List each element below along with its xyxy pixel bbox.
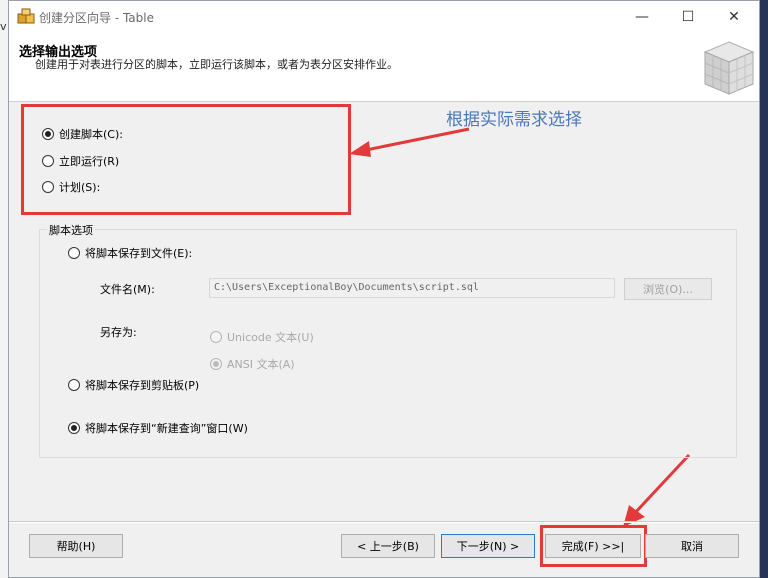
background-window-strip: v	[0, 0, 8, 578]
maximize-icon: ☐	[681, 8, 695, 25]
option-save-to-file-label: 将脚本保存到文件(E):	[85, 247, 193, 260]
minimize-icon: —	[635, 8, 649, 25]
minimize-button[interactable]: —	[619, 1, 665, 32]
footer-divider-highlight	[9, 522, 759, 523]
option-unicode-text-label: Unicode 文本(U)	[227, 331, 314, 344]
file-name-label: 文件名(M):	[100, 283, 155, 296]
app-icon	[17, 8, 35, 24]
radio-save-to-clipboard[interactable]	[68, 379, 80, 391]
partition-cube-icon	[703, 41, 755, 95]
option-save-to-query-label: 将脚本保存到“新建查询”窗口(W)	[85, 422, 248, 435]
option-save-to-file[interactable]: 将脚本保存到文件(E):	[68, 245, 192, 261]
option-save-to-clipboard[interactable]: 将脚本保存到剪贴板(P)	[68, 377, 199, 393]
radio-unicode-text[interactable]	[210, 331, 222, 343]
annotation-highlight-options	[21, 104, 351, 215]
previous-button[interactable]: < 上一步(B)	[341, 534, 435, 558]
file-path-input[interactable]: C:\Users\ExceptionalBoy\Documents\script…	[209, 278, 615, 298]
finish-button[interactable]: 完成(F) >>|	[545, 534, 641, 558]
browse-button[interactable]: 浏览(O)...	[624, 278, 712, 300]
title-bar: 创建分区向导 - Table — ☐ ✕	[9, 1, 759, 32]
background-text: v	[0, 20, 7, 33]
page-description: 创建用于对表进行分区的脚本，立即运行该脚本，或者为表分区安排作业。	[35, 58, 398, 71]
annotation-arrow-left-icon	[349, 127, 470, 157]
option-unicode-text[interactable]: Unicode 文本(U)	[210, 329, 314, 345]
radio-save-to-query[interactable]	[68, 422, 80, 434]
wizard-header: 选择输出选项 创建用于对表进行分区的脚本，立即运行该脚本，或者为表分区安排作业。	[9, 32, 759, 102]
close-icon: ✕	[728, 8, 740, 25]
cancel-button[interactable]: 取消	[645, 534, 739, 558]
radio-save-to-file[interactable]	[68, 247, 80, 259]
partition-wizard-window: 创建分区向导 - Table — ☐ ✕ 选择输出选项 创建用于对表进行分区的脚…	[8, 0, 760, 578]
maximize-button[interactable]: ☐	[665, 1, 711, 32]
script-options-legend: 脚本选项	[47, 222, 95, 238]
next-button[interactable]: 下一步(N) >	[441, 534, 535, 558]
save-as-label: 另存为:	[100, 326, 137, 339]
option-ansi-text[interactable]: ANSI 文本(A)	[210, 356, 295, 372]
help-button[interactable]: 帮助(H)	[29, 534, 123, 558]
annotation-arrow-down-icon	[623, 453, 691, 527]
option-save-to-clipboard-label: 将脚本保存到剪贴板(P)	[85, 379, 200, 392]
background-right-strip	[760, 0, 768, 578]
option-save-to-query[interactable]: 将脚本保存到“新建查询”窗口(W)	[68, 420, 248, 436]
close-button[interactable]: ✕	[711, 1, 757, 32]
window-title: 创建分区向导 - Table	[39, 11, 154, 25]
radio-ansi-text[interactable]	[210, 358, 222, 370]
option-ansi-text-label: ANSI 文本(A)	[227, 358, 295, 371]
